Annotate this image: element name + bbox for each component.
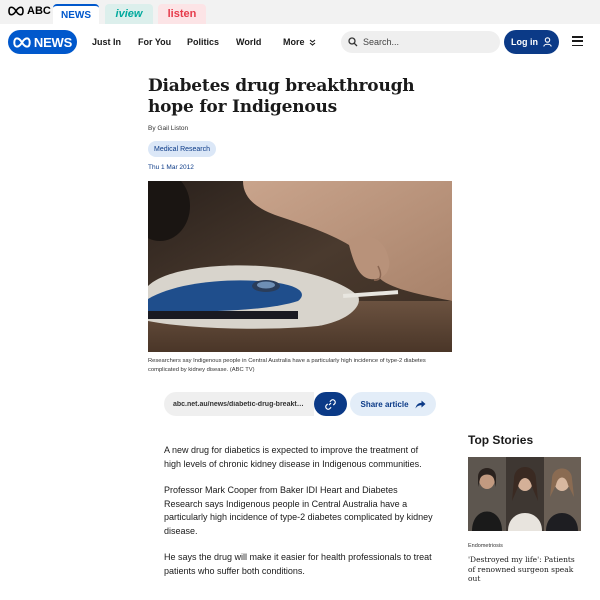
paragraph: A new drug for diabetics is expected to …: [164, 445, 422, 469]
glucose-meter-photo: [148, 181, 452, 352]
story-tag[interactable]: Endometriosis: [468, 543, 503, 549]
share-url-field[interactable]: abc.net.au/news/diabetic-drug-breakthrou…: [164, 392, 314, 416]
share-label: Share article: [360, 399, 409, 409]
byline-prefix: By: [148, 125, 156, 132]
article-headline: Diabetes drug breakthrough hope for Indi…: [148, 76, 415, 117]
tab-iview[interactable]: iview: [105, 4, 153, 24]
login-button[interactable]: Log in: [504, 30, 559, 54]
double-chevron-down-icon: [309, 39, 315, 46]
nav-for-you[interactable]: For You: [138, 37, 171, 47]
paragraph: Professor Mark Cooper from Baker IDI Hea…: [164, 485, 433, 536]
top-stories-heading: Top Stories: [468, 433, 534, 447]
nav-world[interactable]: World: [236, 37, 261, 47]
nav-politics[interactable]: Politics: [187, 37, 219, 47]
abc-lissajous-icon: [8, 6, 24, 16]
share-article-button[interactable]: Share article: [350, 392, 436, 416]
nav-more-label: More: [283, 37, 305, 47]
article-body: A new drug for diabetics is expected to …: [164, 444, 436, 591]
search-bar[interactable]: [341, 31, 500, 53]
copy-link-button[interactable]: [314, 392, 347, 416]
publish-date: Thu 1 Mar 2012: [148, 164, 194, 171]
user-icon: [543, 37, 552, 47]
top-story-image[interactable]: [468, 457, 581, 531]
nav-more[interactable]: More: [283, 37, 316, 47]
image-caption: Researchers say Indigenous people in Cen…: [148, 358, 426, 373]
abc-lissajous-icon: [13, 36, 31, 48]
topic-tag[interactable]: Medical Research: [148, 141, 217, 157]
search-input[interactable]: [363, 37, 483, 47]
hamburger-menu-icon[interactable]: [572, 36, 583, 46]
abc-logo[interactable]: ABC: [8, 5, 51, 17]
nav-just-in[interactable]: Just In: [92, 37, 121, 47]
share-arrow-icon: [415, 400, 426, 408]
link-icon: [325, 398, 336, 410]
share-row: abc.net.au/news/diabetic-drug-breakthrou…: [164, 392, 436, 416]
logo-text: NEWS: [33, 34, 73, 50]
story-title-link[interactable]: 'Destroyed my life': Patients of renowne…: [468, 555, 582, 584]
search-icon: [348, 37, 358, 47]
three-women-photo: [468, 457, 581, 531]
site-header: NEWS Just In For You Politics World More…: [0, 24, 600, 60]
share-url: abc.net.au/news/diabetic-drug-breakthrou…: [173, 400, 307, 408]
login-label: Log in: [511, 37, 538, 47]
abc-news-logo[interactable]: NEWS: [8, 30, 77, 54]
author-link[interactable]: Gail Liston: [157, 125, 188, 132]
tab-news[interactable]: NEWS: [53, 4, 99, 24]
hero-image: [148, 181, 452, 352]
tab-listen[interactable]: listen: [158, 4, 206, 24]
abc-label: ABC: [27, 5, 51, 17]
byline: By Gail Liston: [148, 125, 188, 132]
paragraph: He says the drug will make it easier for…: [164, 552, 432, 576]
network-bar: ABC NEWS iview listen: [0, 0, 600, 24]
